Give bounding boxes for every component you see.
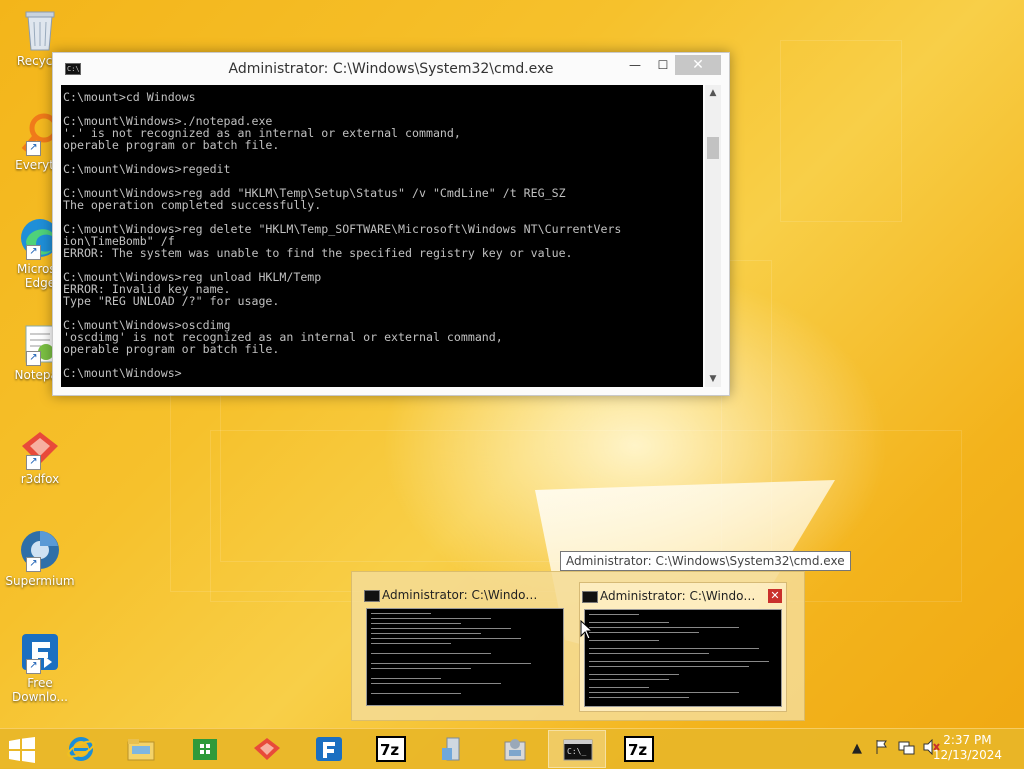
thumbnail-title: Administrator: C:\Windows\... — [600, 589, 760, 603]
taskbar-cmd[interactable]: C:\_ — [548, 730, 606, 768]
store-icon — [190, 736, 220, 762]
supermium-icon: ↗ — [18, 528, 62, 572]
thumbnail-cmd-window-1[interactable]: Administrator: C:\Windows\syst... — [362, 582, 568, 710]
windows-logo-icon — [9, 737, 35, 763]
desktop-icon-r3dfox[interactable]: ↗ r3dfox — [4, 426, 76, 486]
taskbar-thumbnail-flyout: Administrator: C:\Windows\syst... Admini… — [351, 571, 805, 721]
taskbar-store[interactable] — [176, 730, 234, 768]
shortcut-arrow-icon: ↗ — [26, 659, 41, 674]
shortcut-arrow-icon: ↗ — [26, 557, 41, 572]
network-icon[interactable] — [898, 739, 916, 759]
scroll-down-arrow-icon[interactable]: ▼ — [705, 371, 721, 387]
taskbar-free-download-manager[interactable] — [300, 730, 358, 768]
folder-icon — [126, 736, 156, 762]
svg-text:7z: 7z — [380, 741, 399, 759]
background-frame — [780, 40, 902, 222]
desktop-icon-free-download-manager[interactable]: ↗ Free Downlo... — [4, 630, 76, 704]
thumbnail-cmd-window-2[interactable]: Administrator: C:\Windows\... ✕ — [579, 582, 787, 712]
7zip-icon: 7z — [376, 736, 406, 762]
shortcut-arrow-icon: ↗ — [26, 351, 41, 366]
console-line: ERROR: The system was unable to find the… — [63, 246, 573, 260]
taskbar-clock[interactable]: 2:37 PM 12/13/2024 — [933, 733, 1002, 763]
maximize-button[interactable]: ☐ — [648, 55, 678, 75]
installer-icon — [438, 736, 468, 762]
r3dfox-icon — [252, 736, 282, 762]
desktop-icon-supermium[interactable]: ↗ Supermium — [4, 528, 76, 588]
thumbnail-preview — [584, 609, 782, 707]
taskbar-installer[interactable] — [424, 730, 482, 768]
cmd-icon: C:\_ — [563, 737, 593, 763]
shortcut-arrow-icon: ↗ — [26, 141, 41, 156]
console-line: The operation completed successfully. — [63, 198, 322, 212]
taskbar-tooltip: Administrator: C:\Windows\System32\cmd.e… — [560, 551, 851, 571]
show-hidden-icons-chevron-icon[interactable]: ▲ — [852, 741, 862, 756]
setup-icon — [500, 736, 530, 762]
minimize-button[interactable]: — — [620, 55, 650, 75]
taskbar-internet-explorer[interactable] — [52, 730, 110, 768]
mouse-cursor-icon — [580, 620, 594, 640]
desktop-icon-label: Free Downlo... — [12, 676, 68, 704]
console-line: operable program or batch file. — [63, 138, 280, 152]
cmd-console-output[interactable]: C:\mount>cd Windows C:\mount\Windows>./no… — [61, 85, 703, 387]
taskbar-r3dfox[interactable] — [238, 730, 296, 768]
taskbar-7zip-2[interactable]: 7z — [610, 730, 668, 768]
7zip-icon: 7z — [624, 736, 654, 762]
cmd-window[interactable]: C:\ Administrator: C:\Windows\System32\c… — [52, 52, 730, 396]
taskbar: 7z C:\_ 7z ▲ 2:37 PM 12/13/2024 — [0, 728, 1024, 769]
cmd-scrollbar[interactable]: ▲ ▼ — [705, 85, 721, 387]
cmd-thumbnail-icon — [582, 591, 598, 603]
svg-text:7z: 7z — [628, 741, 647, 759]
desktop-icon-label: r3dfox — [20, 472, 60, 486]
console-line: C:\mount\Windows>regedit — [63, 162, 231, 176]
start-button[interactable] — [8, 737, 36, 763]
svg-text:C:\_: C:\_ — [567, 747, 586, 756]
thumbnail-close-button[interactable]: ✕ — [768, 589, 782, 603]
recycle-bin-icon — [18, 6, 62, 51]
cmd-titlebar[interactable]: C:\ Administrator: C:\Windows\System32\c… — [53, 53, 729, 85]
r3dfox-icon: ↗ — [18, 426, 62, 470]
console-line: operable program or batch file. — [63, 342, 280, 356]
taskbar-file-explorer[interactable] — [112, 730, 170, 768]
clock-time: 2:37 PM — [943, 733, 992, 747]
shortcut-arrow-icon: ↗ — [26, 245, 41, 260]
taskbar-setup[interactable] — [486, 730, 544, 768]
cmd-thumbnail-icon — [364, 590, 380, 602]
desktop-icon-label: Supermium — [5, 574, 75, 588]
free-download-manager-icon: ↗ — [18, 630, 62, 674]
action-center-flag-icon[interactable] — [874, 739, 890, 759]
thumbnail-preview — [366, 608, 564, 706]
close-button[interactable]: ✕ — [675, 55, 721, 75]
console-line: C:\mount\Windows> — [63, 366, 182, 380]
free-download-manager-icon — [314, 736, 344, 762]
scrollbar-thumb[interactable] — [707, 137, 719, 159]
taskbar-7zip[interactable]: 7z — [362, 730, 420, 768]
console-line: C:\mount>cd Windows — [63, 90, 196, 104]
scroll-up-arrow-icon[interactable]: ▲ — [705, 85, 721, 101]
thumbnail-title: Administrator: C:\Windows\syst... — [382, 588, 542, 602]
internet-explorer-icon — [66, 736, 96, 762]
clock-date: 12/13/2024 — [932, 748, 1002, 762]
console-line: Type "REG UNLOAD /?" for usage. — [63, 294, 280, 308]
shortcut-arrow-icon: ↗ — [26, 455, 41, 470]
